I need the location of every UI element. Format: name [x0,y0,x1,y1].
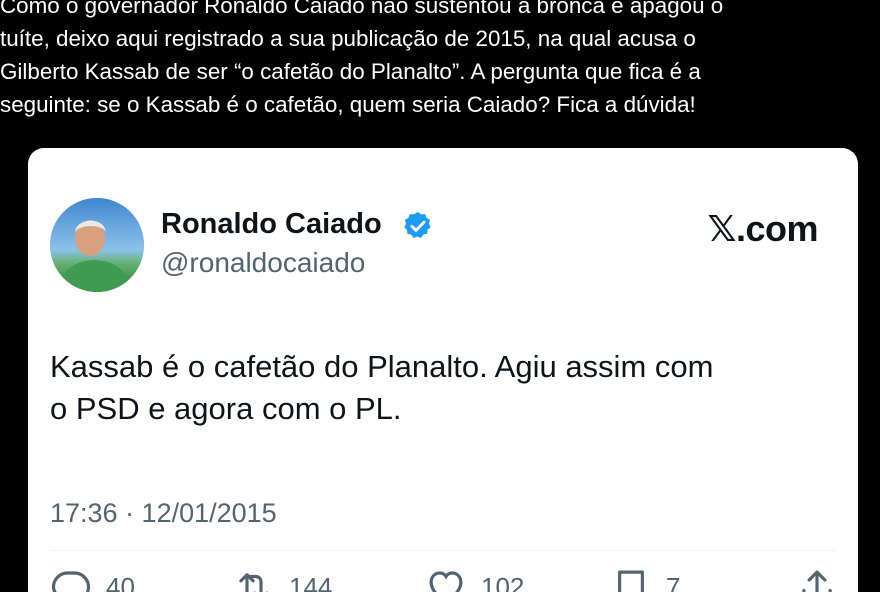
reply-icon [51,571,91,592]
avatar-image [50,198,144,292]
reply-button[interactable]: 40 [50,566,135,592]
tweet-text-line: o PSD e agora com o PL. [50,391,402,426]
x-brand-link[interactable]: 𝕏.com [707,208,818,250]
like-button[interactable]: 102 [425,566,524,592]
repost-icon [239,573,269,592]
author-handle[interactable]: @ronaldocaiado [161,247,365,279]
post-text-line: seguinte: se o Kassab é o cafetão, quem … [0,92,696,117]
verified-badge-icon [404,212,431,238]
repost-button[interactable]: 144 [233,566,332,592]
post-text-line: tuíte, deixo aqui registrado a sua publi… [0,26,696,51]
divider [50,550,836,551]
avatar[interactable] [50,198,144,292]
x-logo-icon: 𝕏 [707,209,736,250]
tweet-text-line: Kassab é o cafetão do Planalto. Agiu ass… [50,349,714,384]
heart-icon [429,571,463,592]
share-icon [802,570,832,592]
tweet-timestamp[interactable]: 17:36 · 12/01/2015 [50,498,277,529]
post-text: Como o governador Ronaldo Caiado não sus… [0,0,866,121]
repost-count: 144 [289,571,333,592]
like-count: 102 [481,571,525,592]
tweet-text: Kassab é o cafetão do Planalto. Agiu ass… [50,346,840,430]
bookmark-icon [618,570,644,592]
post-text-line: Como o governador Ronaldo Caiado não sus… [0,0,724,18]
reply-count: 40 [106,571,135,592]
brand-suffix: .com [735,208,819,249]
tweet-actions: 40 144 102 7 [28,566,858,592]
author-name[interactable]: Ronaldo Caiado [161,208,382,241]
bookmark-count: 7 [666,571,681,592]
post-text-line: Gilberto Kassab de ser “o cafetão do Pla… [0,59,701,84]
embedded-tweet-card[interactable]: Ronaldo Caiado @ronaldocaiado 𝕏.com Kass… [28,148,858,592]
share-button[interactable] [796,566,838,592]
bookmark-button[interactable]: 7 [610,566,680,592]
